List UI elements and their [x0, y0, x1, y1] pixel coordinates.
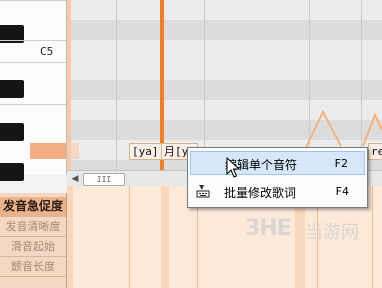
menu-item-shortcut: F4	[335, 185, 349, 198]
param-band	[67, 186, 73, 288]
param-band	[161, 186, 169, 288]
white-key	[0, 62, 66, 63]
grid-line	[116, 0, 117, 175]
param-line	[129, 186, 130, 288]
note-block[interactable]	[71, 143, 79, 159]
white-key	[0, 0, 66, 1]
grid-row	[71, 0, 382, 20]
watermark-logo: 3HE	[245, 216, 292, 241]
black-key[interactable]	[0, 163, 24, 181]
mouse-cursor-icon	[226, 157, 240, 178]
white-key	[0, 104, 66, 105]
watermark-text: 当游网	[305, 222, 359, 243]
scroll-thumb[interactable]: III	[83, 173, 125, 186]
black-key[interactable]	[0, 123, 24, 141]
context-menu: 编辑单个音符 F2 批量修改歌词 F4	[187, 147, 368, 208]
menu-item-shortcut: F2	[334, 157, 348, 170]
keyboard-icon	[196, 185, 210, 198]
grid-row	[71, 40, 382, 60]
white-key	[0, 40, 66, 41]
octave-label: C5	[40, 45, 54, 58]
piano-keyboard[interactable]: C5	[0, 0, 67, 181]
param-tab-vibrato-length[interactable]: 颤音长度	[0, 257, 66, 277]
black-key[interactable]	[0, 80, 24, 98]
param-line	[372, 186, 373, 288]
scroll-left-icon[interactable]: ◀	[69, 173, 81, 185]
param-tab-portamento-start[interactable]: 滑音起始	[0, 237, 66, 257]
param-tab-attack[interactable]: 发音急促度	[0, 197, 66, 217]
note-lyric[interactable]: [ya]	[129, 143, 162, 160]
parameter-list: 发音急促度 发音清晰度 滑音起始 颤音长度	[0, 193, 67, 288]
grid-row	[71, 60, 382, 80]
menu-item-batch-lyrics[interactable]: 批量修改歌词 F4	[190, 180, 365, 204]
menu-item-edit-note[interactable]: 编辑单个音符 F2	[190, 151, 365, 175]
menu-item-label: 批量修改歌词	[224, 186, 297, 200]
highlighted-key	[30, 143, 66, 159]
param-tab-clarity[interactable]: 发音清晰度	[0, 217, 66, 237]
note-lyric[interactable]: re	[368, 143, 382, 160]
